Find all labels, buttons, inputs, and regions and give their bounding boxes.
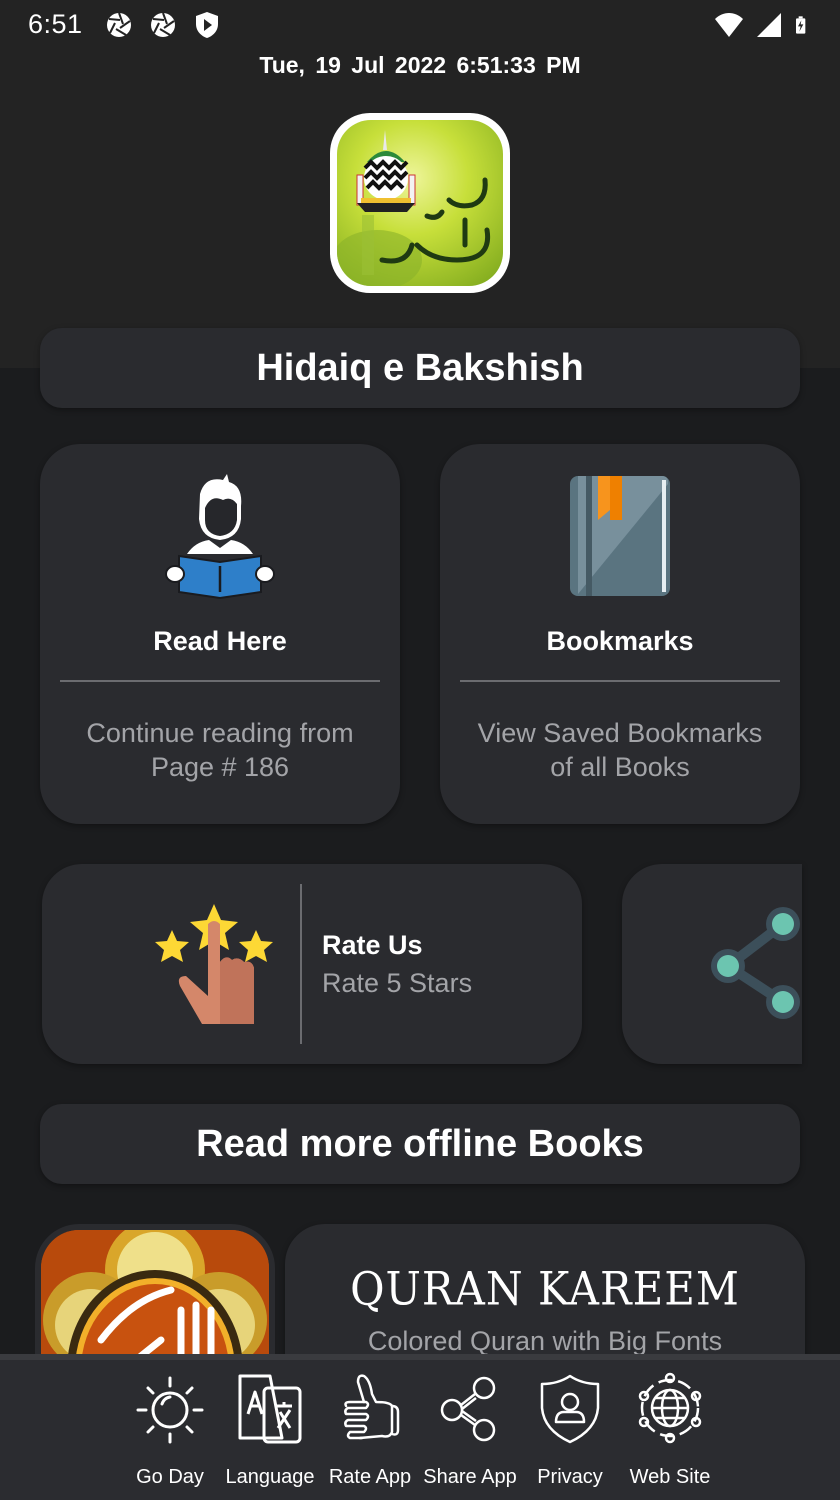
bookmark-book-icon <box>570 476 670 596</box>
bookmarks-title: Bookmarks <box>546 626 694 656</box>
nav-share-app[interactable]: Share App <box>420 1372 520 1489</box>
nav-go-day[interactable]: Go Day <box>120 1372 220 1489</box>
bookmarks-subtitle: View Saved Bookmarks of all Books <box>450 716 790 784</box>
subtitle-line: View Saved Bookmarks <box>477 718 763 748</box>
nav-label: Share App <box>423 1466 517 1488</box>
read-here-card[interactable]: Read Here Continue reading from Page # 1… <box>40 444 400 824</box>
shield-play-icon <box>196 12 218 38</box>
hadaiq-e-bakhshish-logo <box>337 130 491 286</box>
nav-language[interactable]: Language <box>220 1372 320 1489</box>
bottom-navigation: Go Day Language Rate App Share App Priva… <box>0 1354 840 1500</box>
thumbs-up-icon <box>344 1374 400 1440</box>
globe-network-icon <box>638 1372 702 1444</box>
sun-icon <box>136 1376 204 1444</box>
aperture-icon <box>107 12 131 37</box>
current-datetime: Tue, 19 Jul 2022 6:51:33 PM <box>259 52 581 78</box>
status-bar: 6:51 <box>0 0 840 50</box>
book-title: QURAN KAREEM <box>350 1261 740 1316</box>
cellular-signal-icon <box>757 13 781 37</box>
battery-charging-icon <box>796 16 806 34</box>
read-here-title: Read Here <box>153 626 287 656</box>
more-books-heading-bar: Read more offline Books <box>40 1104 800 1184</box>
app-logo <box>330 113 510 293</box>
nav-rate-app[interactable]: Rate App <box>320 1372 420 1489</box>
nav-privacy[interactable]: Privacy <box>520 1372 620 1489</box>
divider <box>460 680 780 682</box>
rate-us-subtitle: Rate 5 Stars <box>322 968 473 998</box>
wifi-icon <box>715 13 743 37</box>
bookmarks-card[interactable]: Bookmarks View Saved Bookmarks of all Bo… <box>440 444 800 824</box>
nav-label: Rate App <box>328 1466 412 1488</box>
subtitle-line: of all Books <box>550 752 690 782</box>
nav-label: Web Site <box>629 1466 711 1488</box>
app-title: Hidaiq e Bakshish <box>256 346 584 389</box>
share-icon <box>440 1376 496 1442</box>
more-books-heading: Read more offline Books <box>196 1122 644 1165</box>
aperture-icon <box>151 12 175 37</box>
divider <box>300 884 302 1044</box>
read-here-subtitle: Continue reading from Page # 186 <box>50 716 390 784</box>
app-title-bar: Hidaiq e Bakshish <box>40 328 800 408</box>
share-icon <box>711 907 800 1019</box>
book-subtitle: Colored Quran with Big Fonts <box>367 1326 723 1356</box>
rating-stars-icon <box>155 904 273 1024</box>
rate-us-card[interactable]: Rate Us Rate 5 Stars <box>42 864 582 1064</box>
rate-us-title: Rate Us <box>322 930 423 960</box>
divider <box>60 680 380 682</box>
status-time: 6:51 <box>28 9 83 39</box>
nav-web-site[interactable]: Web Site <box>620 1372 720 1489</box>
reader-icon <box>165 474 275 599</box>
nav-label: Go Day <box>136 1466 204 1488</box>
nav-label: Privacy <box>537 1466 603 1488</box>
subtitle-line: Continue reading from <box>86 718 354 748</box>
translate-icon <box>238 1374 302 1444</box>
last-page-number: Page # 186 <box>150 752 290 782</box>
nav-label: Language <box>225 1466 315 1488</box>
privacy-shield-icon <box>540 1374 600 1444</box>
share-card[interactable] <box>622 864 802 1064</box>
